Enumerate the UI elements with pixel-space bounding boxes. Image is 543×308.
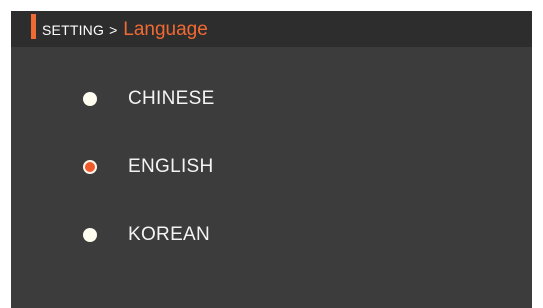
radio-english-selected[interactable]: [83, 160, 97, 174]
radio-korean[interactable]: [83, 228, 97, 242]
language-option-label: ENGLISH: [128, 156, 214, 177]
radio-chinese[interactable]: [83, 92, 97, 106]
settings-screen: SETTING > Language CHINESE ENGLISH KOREA…: [11, 11, 532, 308]
language-option-label: CHINESE: [128, 88, 215, 109]
language-options: CHINESE ENGLISH KOREAN: [11, 11, 532, 308]
language-option-chinese[interactable]: CHINESE: [83, 84, 215, 114]
language-option-korean[interactable]: KOREAN: [83, 220, 210, 250]
language-option-english[interactable]: ENGLISH: [83, 152, 214, 182]
language-option-label: KOREAN: [128, 224, 211, 245]
